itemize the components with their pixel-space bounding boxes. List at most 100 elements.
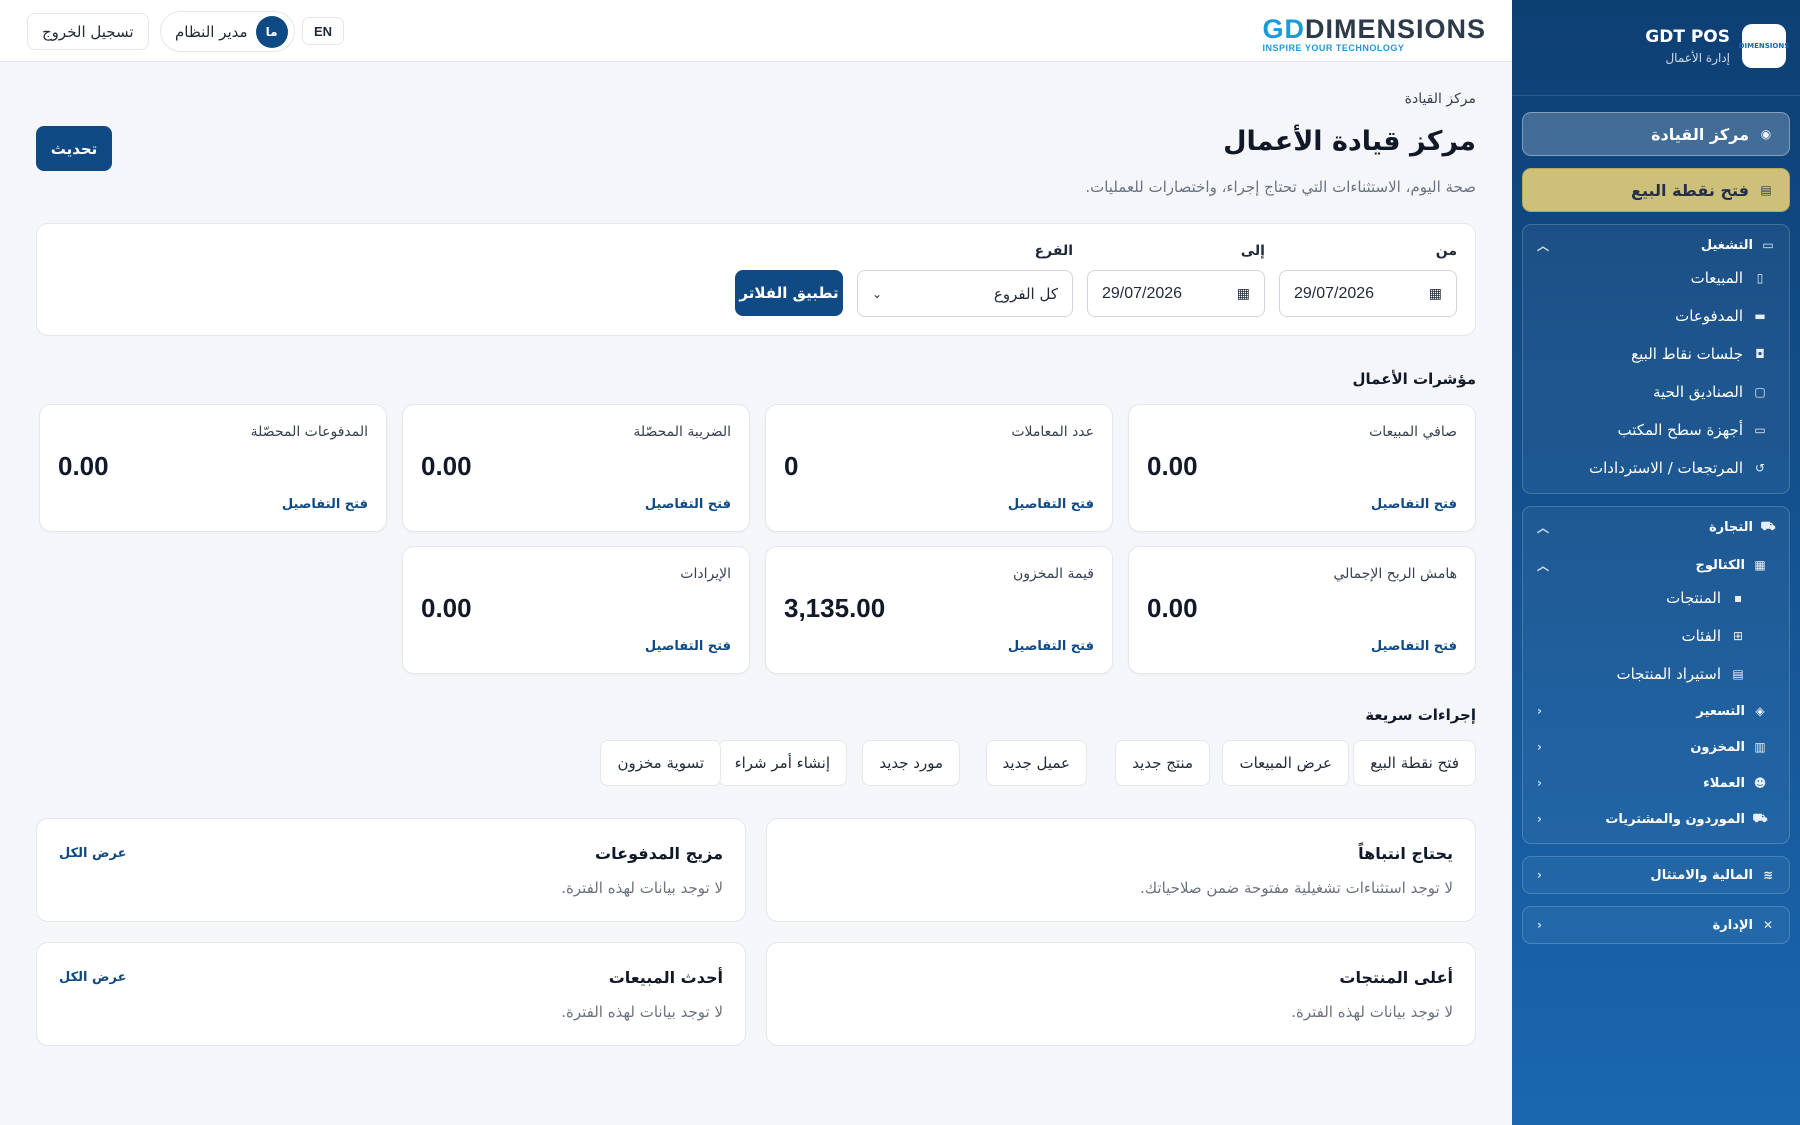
sidebar-subgroup-title: الكتالوج [1695, 557, 1746, 573]
kpi-value: 3,135.00 [784, 593, 886, 623]
kpi-card-transactions: عدد المعاملات 0 فتح التفاصيل [765, 404, 1113, 532]
sidebar-item-label: المبيعات [1690, 269, 1743, 287]
sidebar-item-label: الصناديق الحية [1653, 383, 1743, 401]
sidebar-item-products[interactable]: ▪ المنتجات [1523, 579, 1789, 617]
quick-action-view-sales[interactable]: عرض المبيعات [1222, 740, 1349, 786]
to-label: إلى [1240, 243, 1265, 259]
inbox-icon: ▭ [1762, 238, 1774, 252]
sidebar-group-commerce-toggle[interactable]: ⛟ التجارة ︿ [1523, 513, 1789, 541]
quick-action-open-pos[interactable]: فتح نقطة البيع [1353, 740, 1476, 786]
sidebar-item-sales[interactable]: ▯ المبيعات [1523, 259, 1789, 297]
kpi-details-link[interactable]: فتح التفاصيل [645, 639, 731, 654]
panel-needs-attention: يحتاج انتباهاً لا توجد استثناءات تشغيلية… [766, 818, 1476, 922]
sidebar-item-label: العملاء [1703, 775, 1745, 791]
sidebar-item-label: جلسات نقاط البيع [1631, 345, 1743, 363]
coins-icon: ≋ [1762, 868, 1774, 882]
sidebar-item-pos-sessions[interactable]: ◘ جلسات نقاط البيع [1523, 335, 1789, 373]
quick-action-new-product[interactable]: منتج جديد [1115, 740, 1210, 786]
sidebar-item-label: المرتجعات / الاستردادات [1589, 459, 1743, 477]
sidebar-item-command-center[interactable]: ◉ مركز القيادة [1522, 112, 1790, 156]
sidebar-group-finance[interactable]: ≋ المالية والامتثال ‹ [1522, 856, 1790, 894]
to-date-value: 29/07/2026 [1102, 284, 1183, 302]
sidebar-group-admin[interactable]: ✕ الإدارة ‹ [1522, 906, 1790, 944]
kpi-details-link[interactable]: فتح التفاصيل [1008, 639, 1094, 654]
panel-recent-sales: أحدث المبيعات لا توجد بيانات لهذه الفترة… [36, 942, 746, 1046]
language-toggle-button[interactable]: EN [302, 17, 345, 45]
view-all-link[interactable]: عرض الكل [59, 846, 126, 861]
branch-value: كل الفروع [993, 284, 1058, 303]
panel-empty-text: لا توجد بيانات لهذه الفترة. [1291, 1003, 1453, 1021]
panel-title: يحتاج انتباهاً [1358, 844, 1453, 863]
from-date-input[interactable]: 29/07/2026 ▦ [1279, 270, 1457, 317]
sidebar-brand[interactable]: DIMENSIONS GDT POS إدارة الأعمال [1512, 18, 1800, 96]
logout-button[interactable]: تسجيل الخروج [27, 13, 149, 50]
sidebar-group-commerce: ⛟ التجارة ︿ ▦ الكتالوج ︿ ▪ المنتجات ⊞ الفئ… [1522, 506, 1790, 844]
branch-select[interactable]: كل الفروع ⌄ [857, 270, 1073, 317]
sidebar-group-title: المالية والامتثال [1650, 867, 1753, 883]
panel-title: أحدث المبيعات [608, 968, 723, 987]
quick-action-new-customer[interactable]: عميل جديد [985, 740, 1087, 786]
brand-subtitle: إدارة الأعمال [1665, 50, 1730, 65]
main-content: مركز القيادة مركز قيادة الأعمال صحة اليو… [0, 62, 1512, 1125]
sidebar-item-categories[interactable]: ⊞ الفئات [1523, 617, 1789, 655]
sidebar-group-title: التجارة [1708, 519, 1753, 535]
sidebar-item-returns[interactable]: ↺ المرتجعات / الاستردادات [1523, 449, 1789, 487]
kpi-card-revenue: الإيرادات 0.00 فتح التفاصيل [402, 546, 750, 674]
sidebar-item-import-products[interactable]: ▤ استيراد المنتجات [1523, 655, 1789, 693]
sidebar-item-inventory[interactable]: ▥ المخزون ‹ [1523, 729, 1789, 765]
to-date-input[interactable]: 29/07/2026 ▦ [1087, 270, 1265, 317]
boxes-icon: ▦ [1754, 558, 1766, 572]
logo-wordmark: GDDIMENSIONS [1262, 14, 1486, 44]
sidebar-item-label: أجهزة سطح المكتب [1617, 421, 1743, 439]
sidebar-item-label: استيراد المنتجات [1616, 665, 1721, 683]
apply-filters-button[interactable]: تطبيق الفلاتر [735, 270, 843, 316]
kpi-details-link[interactable]: فتح التفاصيل [282, 497, 368, 512]
company-logo: GDDIMENSIONS INSPIRE YOUR TECHNOLOGY [1262, 14, 1486, 53]
sidebar-group-operations-toggle[interactable]: ▭ التشغيل ︿ [1523, 231, 1789, 259]
sidebar-group-title: التشغيل [1700, 237, 1753, 253]
sidebar-item-desktops[interactable]: ▭ أجهزة سطح المكتب [1523, 411, 1789, 449]
undo-icon: ↺ [1754, 461, 1766, 475]
kpi-value: 0 [784, 451, 799, 481]
breadcrumb: مركز القيادة [1404, 91, 1476, 107]
refresh-button[interactable]: تحديث [36, 126, 112, 171]
sidebar-group-finance-toggle[interactable]: ≋ المالية والامتثال ‹ [1523, 857, 1789, 893]
sidebar-item-customers[interactable]: ☻ العملاء ‹ [1523, 765, 1789, 801]
quick-action-new-supplier[interactable]: مورد جديد [862, 740, 960, 786]
sidebar-item-payments[interactable]: ▬ المدفوعات [1523, 297, 1789, 335]
sidebar-item-label: المنتجات [1666, 589, 1721, 607]
sidebar-item-label: الموردون والمشتريات [1605, 811, 1745, 827]
avatar: ما [255, 15, 288, 48]
sidebar-open-pos-button[interactable]: ▤ فتح نقطة البيع [1522, 168, 1790, 212]
kpi-details-link[interactable]: فتح التفاصيل [1371, 497, 1457, 512]
sidebar-item-live-drawers[interactable]: ▢ الصناديق الحية [1523, 373, 1789, 411]
quick-action-create-po[interactable]: إنشاء أمر شراء [717, 740, 847, 786]
kpi-card-gross-margin: هامش الربح الإجمالي 0.00 فتح التفاصيل [1128, 546, 1476, 674]
tree-icon: ⊞ [1732, 629, 1744, 643]
kpi-details-link[interactable]: فتح التفاصيل [1008, 497, 1094, 512]
kpi-label: قيمة المخزون [1012, 566, 1094, 582]
sidebar-item-label: مركز القيادة [1651, 124, 1749, 144]
panel-payment-mix: مزيج المدفوعات لا توجد بيانات لهذه الفتر… [36, 818, 746, 922]
page-description: صحة اليوم، الاستثناءات التي تحتاج إجراء،… [1085, 178, 1476, 196]
user-menu[interactable]: ما مدير النظام [160, 11, 295, 52]
sidebar-subgroup-catalog-toggle[interactable]: ▦ الكتالوج ︿ [1523, 551, 1789, 579]
kpi-card-net-sales: صافي المبيعات 0.00 فتح التفاصيل [1128, 404, 1476, 532]
kpi-label: صافي المبيعات [1369, 424, 1457, 440]
quick-action-stock-adjustment[interactable]: تسوية مخزون [600, 740, 721, 786]
panel-empty-text: لا توجد استثناءات تشغيلية مفتوحة ضمن صلا… [1140, 879, 1453, 897]
kpi-label: عدد المعاملات [1011, 424, 1094, 440]
kpi-details-link[interactable]: فتح التفاصيل [645, 497, 731, 512]
kpi-details-link[interactable]: فتح التفاصيل [1371, 639, 1457, 654]
chevron-down-icon: ⌄ [872, 286, 883, 301]
kpi-section-title: مؤشرات الأعمال [1352, 370, 1476, 388]
sidebar-group-admin-toggle[interactable]: ✕ الإدارة ‹ [1523, 907, 1789, 943]
view-all-link[interactable]: عرض الكل [59, 970, 126, 985]
quick-actions-title: إجراءات سريعة [1365, 706, 1476, 724]
chevron-left-icon: ‹ [1537, 776, 1542, 790]
sidebar-item-suppliers[interactable]: ⛟ الموردون والمشتريات ‹ [1523, 801, 1789, 837]
kpi-label: المدفوعات المحصّلة [250, 424, 368, 440]
sidebar-group-title: الإدارة [1712, 917, 1753, 933]
sidebar-item-pricing[interactable]: ◈ التسعير ‹ [1523, 693, 1789, 729]
panel-empty-text: لا توجد بيانات لهذه الفترة. [561, 1003, 723, 1021]
